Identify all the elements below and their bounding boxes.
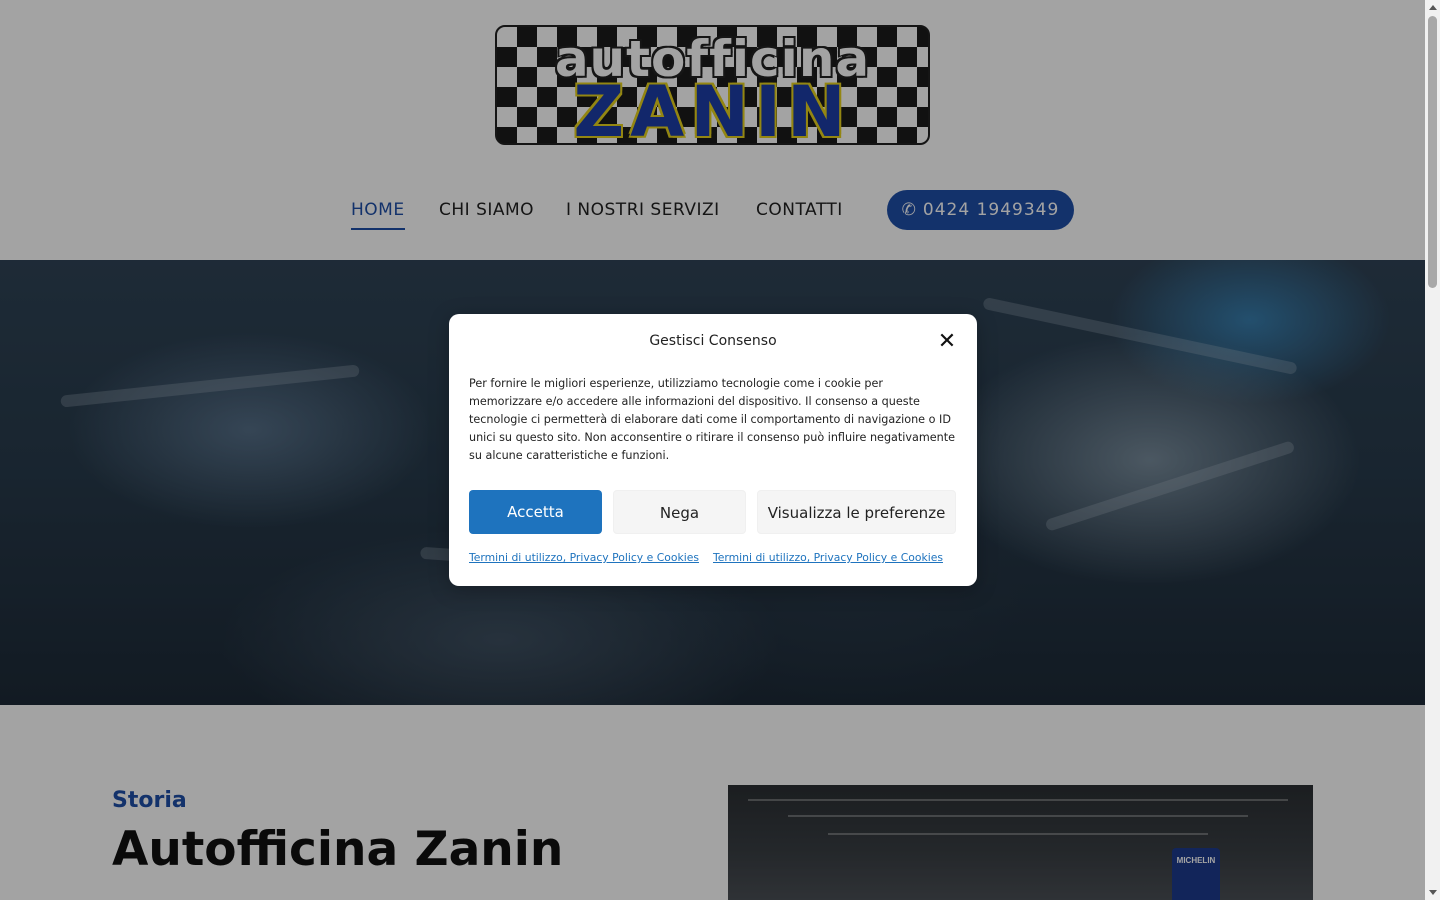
consent-text: Per fornire le migliori esperienze, util… bbox=[469, 377, 956, 462]
scroll-down-icon[interactable] bbox=[1429, 890, 1437, 895]
scroll-up-icon[interactable] bbox=[1429, 5, 1437, 10]
scroll-thumb[interactable] bbox=[1428, 16, 1437, 288]
privacy-link-2[interactable]: Termini di utilizzo, Privacy Policy e Co… bbox=[713, 551, 943, 564]
preferences-button[interactable]: Visualizza le preferenze bbox=[757, 490, 956, 534]
accept-button[interactable]: Accetta bbox=[469, 490, 602, 534]
deny-button[interactable]: Nega bbox=[613, 490, 746, 534]
close-icon[interactable]: ✕ bbox=[937, 331, 957, 353]
page-scrollbar[interactable] bbox=[1425, 0, 1440, 900]
consent-dialog: Gestisci Consenso ✕ Per fornire le migli… bbox=[449, 314, 977, 586]
consent-title: Gestisci Consenso bbox=[649, 333, 777, 349]
privacy-link-1[interactable]: Termini di utilizzo, Privacy Policy e Co… bbox=[469, 551, 699, 564]
